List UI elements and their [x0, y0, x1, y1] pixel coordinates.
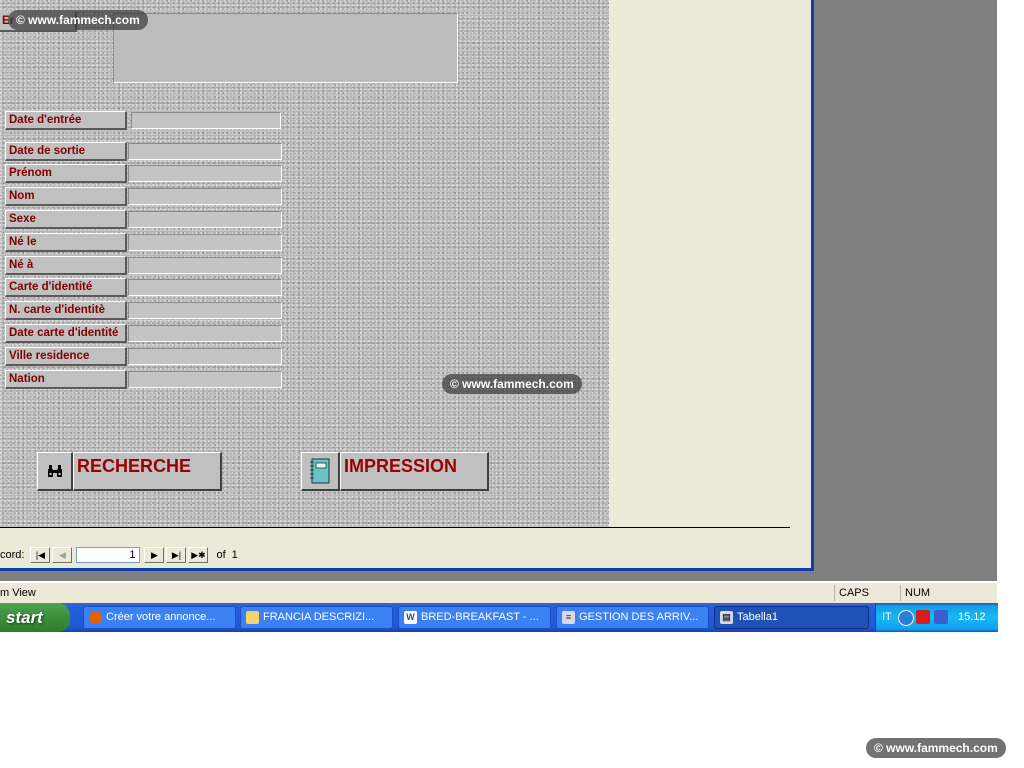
- taskbar-item-access-db[interactable]: ≡ GESTION DES ARRIV...: [556, 606, 709, 629]
- record-navigator: cord: |◀ ◀ ▶ ▶| ▶✱ of 1: [0, 546, 238, 564]
- clock: 15.12: [958, 611, 986, 623]
- notes-field[interactable]: [113, 13, 458, 83]
- start-button[interactable]: start: [0, 603, 70, 632]
- record-total: 1: [231, 549, 238, 561]
- label-n-carte-identite: N. carte d'identitè: [5, 301, 127, 320]
- status-caps: CAPS: [834, 585, 889, 601]
- recherche-button[interactable]: RECHERCHE: [37, 452, 222, 491]
- label-prenom: Prénom: [5, 164, 127, 183]
- language-indicator[interactable]: IT: [882, 611, 892, 623]
- status-num: NUM: [900, 585, 955, 601]
- field-nom[interactable]: [128, 188, 282, 205]
- label-date-sortie: Date de sortie: [5, 142, 127, 161]
- screen-edge: [997, 0, 1024, 632]
- record-label: cord:: [0, 549, 25, 561]
- field-sexe[interactable]: [128, 211, 282, 228]
- taskbar: start Créer votre annonce... FRANCIA DES…: [0, 603, 998, 632]
- label-ne-le: Né le: [5, 233, 127, 252]
- label-ville-residence: Ville residence: [5, 347, 127, 366]
- new-record-button[interactable]: ▶✱: [188, 547, 209, 563]
- next-record-button[interactable]: ▶: [144, 547, 165, 563]
- word-icon: W: [404, 611, 417, 624]
- binoculars-icon: [37, 452, 73, 491]
- label-nation: Nation: [5, 370, 127, 389]
- label-carte-identite: Carte d'identité: [5, 278, 127, 297]
- first-record-icon: |◀: [35, 549, 46, 560]
- impression-button-label: IMPRESSION: [340, 452, 489, 491]
- status-view-text: m View: [0, 587, 36, 599]
- field-n-carte-identite[interactable]: [128, 302, 282, 319]
- taskbar-item-folder[interactable]: FRANCIA DESCRIZI...: [240, 606, 393, 629]
- field-date-sortie[interactable]: [128, 143, 282, 160]
- last-record-icon: ▶|: [171, 549, 182, 560]
- field-date-entree[interactable]: [131, 112, 281, 129]
- field-carte-identite[interactable]: [128, 279, 282, 296]
- field-ne-le[interactable]: [128, 234, 282, 251]
- form-window: Er Date d'entrée Date de sortie Prénom N…: [0, 0, 814, 571]
- watermark-middle: © www.fammech.com: [442, 374, 582, 394]
- back-arrow-icon[interactable]: [898, 610, 914, 626]
- first-record-button[interactable]: |◀: [30, 547, 51, 563]
- label-sexe: Sexe: [5, 210, 127, 229]
- access-statusbar: m View CAPS NUM: [0, 582, 997, 604]
- previous-record-icon: ◀: [59, 549, 66, 560]
- form-icon: ▤: [720, 611, 733, 624]
- database-window-icon: ≡: [562, 611, 575, 624]
- field-nation[interactable]: [128, 371, 282, 388]
- field-prenom[interactable]: [128, 165, 282, 182]
- taskbar-item-label: FRANCIA DESCRIZI...: [263, 611, 375, 623]
- taskbar-item-word[interactable]: W BRED-BREAKFAST - ...: [398, 606, 551, 629]
- taskbar-item-label: Créer votre annonce...: [106, 611, 216, 623]
- field-ne-a[interactable]: [128, 257, 282, 274]
- next-record-icon: ▶: [151, 549, 158, 560]
- firefox-icon: [89, 611, 102, 624]
- form-detail-section: Er Date d'entrée Date de sortie Prénom N…: [0, 0, 609, 527]
- watermark-bottom: © www.fammech.com: [866, 738, 1006, 758]
- taskbar-item-label: BRED-BREAKFAST - ...: [421, 611, 539, 623]
- taskbar-item-label: Tabella1: [737, 611, 778, 623]
- record-of-label: of: [216, 549, 226, 561]
- taskbar-item-tabella1[interactable]: ▤ Tabella1: [714, 606, 869, 629]
- antivirus-icon[interactable]: [916, 610, 930, 624]
- taskbar-item-label: GESTION DES ARRIV...: [579, 611, 699, 623]
- form-divider: [0, 527, 790, 528]
- record-number-input[interactable]: [76, 547, 141, 563]
- impression-button[interactable]: IMPRESSION: [301, 452, 489, 491]
- watermark-top: © www.fammech.com: [8, 10, 148, 30]
- taskbar-item-firefox[interactable]: Créer votre annonce...: [83, 606, 236, 629]
- last-record-button[interactable]: ▶|: [166, 547, 187, 563]
- label-date-carte-identite: Date carte d'identité: [5, 324, 127, 343]
- previous-record-button[interactable]: ◀: [52, 547, 73, 563]
- field-date-carte-identite[interactable]: [128, 325, 282, 342]
- notebook-icon: [301, 452, 340, 491]
- recherche-button-label: RECHERCHE: [73, 452, 222, 491]
- folder-icon: [246, 611, 259, 624]
- label-date-entree: Date d'entrée: [5, 111, 127, 130]
- label-ne-a: Né à: [5, 256, 127, 275]
- field-ville-residence[interactable]: [128, 348, 282, 365]
- new-record-icon: ▶✱: [191, 549, 206, 560]
- system-tray: IT 15.12: [875, 603, 998, 632]
- start-label: start: [6, 608, 43, 627]
- network-icon[interactable]: [934, 610, 948, 624]
- label-nom: Nom: [5, 187, 127, 206]
